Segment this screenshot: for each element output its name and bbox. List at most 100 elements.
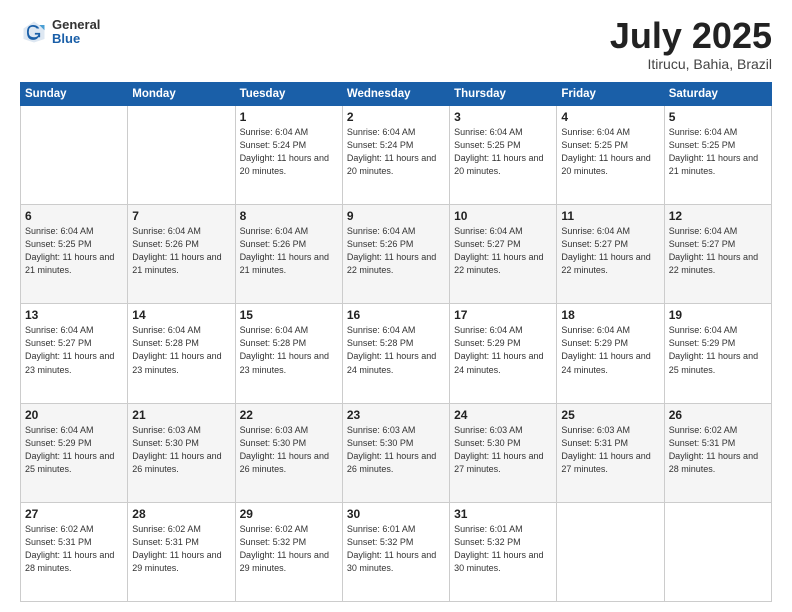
calendar-cell: 17 Sunrise: 6:04 AM Sunset: 5:29 PM Dayli…: [450, 304, 557, 403]
calendar-cell: 22 Sunrise: 6:03 AM Sunset: 5:30 PM Dayli…: [235, 403, 342, 502]
col-thursday: Thursday: [450, 83, 557, 106]
calendar-cell: 2 Sunrise: 6:04 AM Sunset: 5:24 PM Daylig…: [342, 106, 449, 205]
day-number: 30: [347, 507, 445, 521]
day-info: Sunrise: 6:04 AM Sunset: 5:27 PM Dayligh…: [454, 225, 552, 277]
calendar-week-row: 13 Sunrise: 6:04 AM Sunset: 5:27 PM Dayli…: [21, 304, 772, 403]
day-info: Sunrise: 6:04 AM Sunset: 5:25 PM Dayligh…: [454, 126, 552, 178]
col-wednesday: Wednesday: [342, 83, 449, 106]
day-info: Sunrise: 6:04 AM Sunset: 5:26 PM Dayligh…: [347, 225, 445, 277]
day-info: Sunrise: 6:04 AM Sunset: 5:25 PM Dayligh…: [561, 126, 659, 178]
day-info: Sunrise: 6:04 AM Sunset: 5:28 PM Dayligh…: [347, 324, 445, 376]
day-info: Sunrise: 6:02 AM Sunset: 5:31 PM Dayligh…: [669, 424, 767, 476]
day-number: 2: [347, 110, 445, 124]
title-month: July 2025: [610, 18, 772, 54]
day-info: Sunrise: 6:04 AM Sunset: 5:26 PM Dayligh…: [240, 225, 338, 277]
day-info: Sunrise: 6:04 AM Sunset: 5:27 PM Dayligh…: [25, 324, 123, 376]
calendar-cell: [664, 502, 771, 601]
calendar-cell: 20 Sunrise: 6:04 AM Sunset: 5:29 PM Dayli…: [21, 403, 128, 502]
calendar-cell: 21 Sunrise: 6:03 AM Sunset: 5:30 PM Dayli…: [128, 403, 235, 502]
calendar-cell: 27 Sunrise: 6:02 AM Sunset: 5:31 PM Dayli…: [21, 502, 128, 601]
calendar-cell: 14 Sunrise: 6:04 AM Sunset: 5:28 PM Dayli…: [128, 304, 235, 403]
day-number: 25: [561, 408, 659, 422]
calendar-cell: 15Sunrise: 6:04 AM Sunset: 5:28 PM Dayli…: [235, 304, 342, 403]
calendar-cell: 3 Sunrise: 6:04 AM Sunset: 5:25 PM Daylig…: [450, 106, 557, 205]
day-number: 24: [454, 408, 552, 422]
day-info: Sunrise: 6:04 AM Sunset: 5:29 PM Dayligh…: [454, 324, 552, 376]
day-number: 5: [669, 110, 767, 124]
day-info: Sunrise: 6:04 AM Sunset: 5:24 PM Dayligh…: [347, 126, 445, 178]
calendar-table: Sunday Monday Tuesday Wednesday Thursday…: [20, 82, 772, 602]
calendar-cell: 29 Sunrise: 6:02 AM Sunset: 5:32 PM Dayli…: [235, 502, 342, 601]
calendar-cell: 30Sunrise: 6:01 AM Sunset: 5:32 PM Dayli…: [342, 502, 449, 601]
page: General Blue July 2025 Itirucu, Bahia, B…: [0, 0, 792, 612]
day-info: Sunrise: 6:04 AM Sunset: 5:29 PM Dayligh…: [25, 424, 123, 476]
day-info: Sunrise: 6:04 AM Sunset: 5:28 PM Dayligh…: [132, 324, 230, 376]
day-number: 8: [240, 209, 338, 223]
day-number: 26: [669, 408, 767, 422]
calendar-cell: 24 Sunrise: 6:03 AM Sunset: 5:30 PM Dayli…: [450, 403, 557, 502]
day-number: 14: [132, 308, 230, 322]
calendar-cell: 9Sunrise: 6:04 AM Sunset: 5:26 PM Daylig…: [342, 205, 449, 304]
day-number: 31: [454, 507, 552, 521]
day-number: 3: [454, 110, 552, 124]
day-number: 6: [25, 209, 123, 223]
col-saturday: Saturday: [664, 83, 771, 106]
day-number: 12: [669, 209, 767, 223]
calendar-cell: 26 Sunrise: 6:02 AM Sunset: 5:31 PM Dayli…: [664, 403, 771, 502]
day-number: 17: [454, 308, 552, 322]
day-info: Sunrise: 6:03 AM Sunset: 5:30 PM Dayligh…: [347, 424, 445, 476]
calendar-cell: 12 Sunrise: 6:04 AM Sunset: 5:27 PM Dayli…: [664, 205, 771, 304]
calendar-week-row: 1 Sunrise: 6:04 AM Sunset: 5:24 PM Daylig…: [21, 106, 772, 205]
day-number: 19: [669, 308, 767, 322]
day-number: 27: [25, 507, 123, 521]
calendar-cell: 7Sunrise: 6:04 AM Sunset: 5:26 PM Daylig…: [128, 205, 235, 304]
logo-blue-text: Blue: [52, 32, 100, 46]
calendar-cell: [21, 106, 128, 205]
calendar-cell: 23Sunrise: 6:03 AM Sunset: 5:30 PM Dayli…: [342, 403, 449, 502]
day-info: Sunrise: 6:02 AM Sunset: 5:31 PM Dayligh…: [25, 523, 123, 575]
logo-icon: [20, 18, 48, 46]
day-info: Sunrise: 6:01 AM Sunset: 5:32 PM Dayligh…: [454, 523, 552, 575]
day-info: Sunrise: 6:04 AM Sunset: 5:29 PM Dayligh…: [561, 324, 659, 376]
day-info: Sunrise: 6:03 AM Sunset: 5:31 PM Dayligh…: [561, 424, 659, 476]
logo-text: General Blue: [52, 18, 100, 47]
calendar-cell: 28 Sunrise: 6:02 AM Sunset: 5:31 PM Dayli…: [128, 502, 235, 601]
calendar-week-row: 6Sunrise: 6:04 AM Sunset: 5:25 PM Daylig…: [21, 205, 772, 304]
calendar-cell: 25 Sunrise: 6:03 AM Sunset: 5:31 PM Dayli…: [557, 403, 664, 502]
logo: General Blue: [20, 18, 100, 47]
calendar-cell: 1Sunrise: 6:04 AM Sunset: 5:24 PM Daylig…: [235, 106, 342, 205]
calendar-cell: 31 Sunrise: 6:01 AM Sunset: 5:32 PM Dayli…: [450, 502, 557, 601]
day-number: 1: [240, 110, 338, 124]
day-number: 20: [25, 408, 123, 422]
day-number: 7: [132, 209, 230, 223]
day-number: 13: [25, 308, 123, 322]
calendar-cell: 19Sunrise: 6:04 AM Sunset: 5:29 PM Dayli…: [664, 304, 771, 403]
logo-general-text: General: [52, 18, 100, 32]
day-number: 29: [240, 507, 338, 521]
day-number: 11: [561, 209, 659, 223]
day-number: 22: [240, 408, 338, 422]
col-tuesday: Tuesday: [235, 83, 342, 106]
day-info: Sunrise: 6:04 AM Sunset: 5:28 PM Dayligh…: [240, 324, 338, 376]
day-info: Sunrise: 6:03 AM Sunset: 5:30 PM Dayligh…: [132, 424, 230, 476]
calendar-week-row: 27 Sunrise: 6:02 AM Sunset: 5:31 PM Dayli…: [21, 502, 772, 601]
col-friday: Friday: [557, 83, 664, 106]
day-number: 18: [561, 308, 659, 322]
day-info: Sunrise: 6:02 AM Sunset: 5:31 PM Dayligh…: [132, 523, 230, 575]
day-info: Sunrise: 6:02 AM Sunset: 5:32 PM Dayligh…: [240, 523, 338, 575]
calendar-cell: [557, 502, 664, 601]
calendar-cell: 13 Sunrise: 6:04 AM Sunset: 5:27 PM Dayli…: [21, 304, 128, 403]
calendar-cell: 11Sunrise: 6:04 AM Sunset: 5:27 PM Dayli…: [557, 205, 664, 304]
day-number: 28: [132, 507, 230, 521]
calendar-cell: 8 Sunrise: 6:04 AM Sunset: 5:26 PM Daylig…: [235, 205, 342, 304]
calendar-cell: 5Sunrise: 6:04 AM Sunset: 5:25 PM Daylig…: [664, 106, 771, 205]
day-info: Sunrise: 6:03 AM Sunset: 5:30 PM Dayligh…: [454, 424, 552, 476]
calendar-week-row: 20 Sunrise: 6:04 AM Sunset: 5:29 PM Dayli…: [21, 403, 772, 502]
calendar-cell: 16Sunrise: 6:04 AM Sunset: 5:28 PM Dayli…: [342, 304, 449, 403]
day-number: 10: [454, 209, 552, 223]
day-info: Sunrise: 6:03 AM Sunset: 5:30 PM Dayligh…: [240, 424, 338, 476]
day-number: 21: [132, 408, 230, 422]
calendar-header-row: Sunday Monday Tuesday Wednesday Thursday…: [21, 83, 772, 106]
day-number: 4: [561, 110, 659, 124]
day-info: Sunrise: 6:04 AM Sunset: 5:27 PM Dayligh…: [669, 225, 767, 277]
